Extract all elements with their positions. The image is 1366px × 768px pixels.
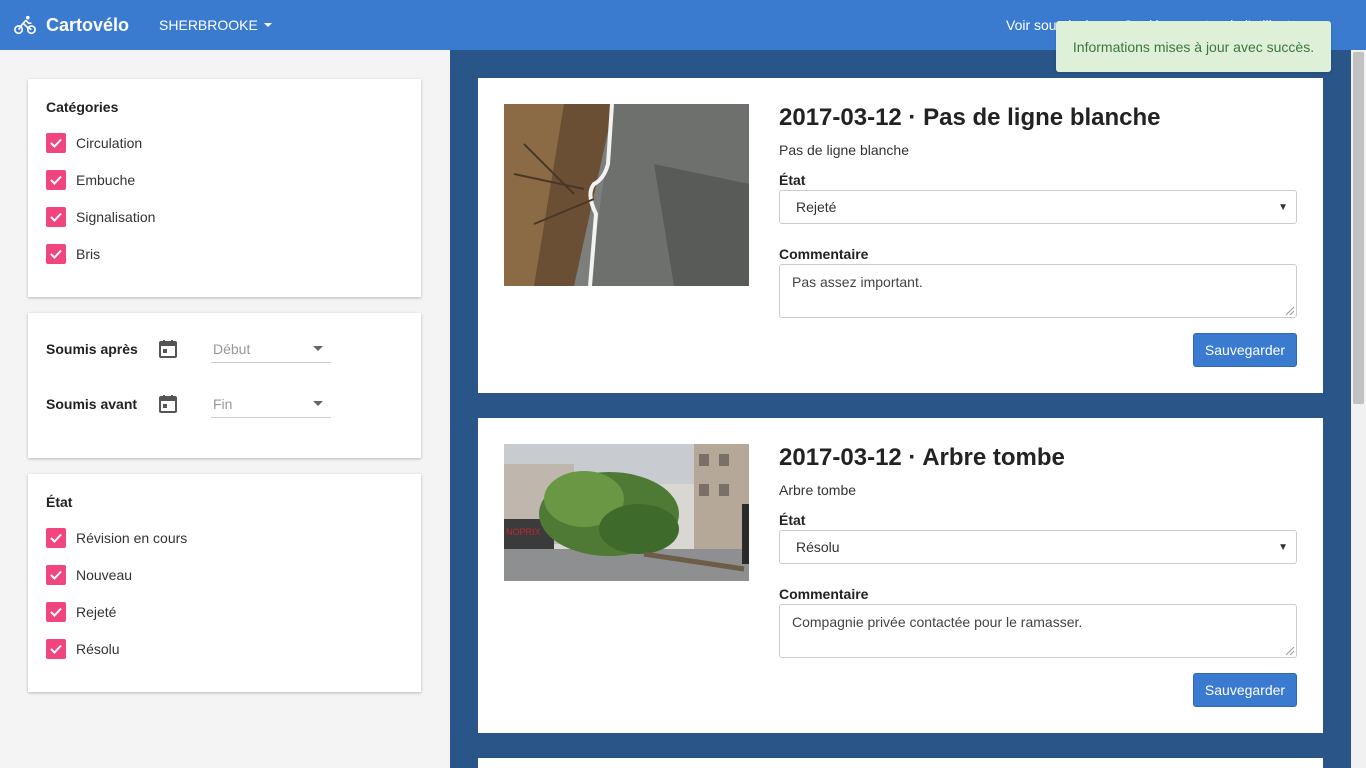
state-select[interactable]: Rejeté ▼	[779, 190, 1297, 224]
checkbox-checked-icon[interactable]	[46, 528, 66, 548]
scrollbar-thumb[interactable]	[1353, 52, 1364, 404]
resize-grip-icon[interactable]	[1286, 647, 1294, 655]
categories-title: Catégories	[46, 99, 119, 115]
checkbox-checked-icon[interactable]	[46, 565, 66, 585]
checkbox-checked-icon[interactable]	[46, 244, 66, 264]
reports-list: 2017-03-12 · Pas de ligne blanche Pas de…	[450, 50, 1351, 768]
report-title: 2017-03-12 · Arbre tombe	[779, 444, 1065, 471]
category-signalisation[interactable]: Signalisation	[46, 207, 155, 227]
report-photo: NOPRIX	[504, 444, 749, 581]
calendar-icon[interactable]	[158, 339, 178, 359]
checkbox-checked-icon[interactable]	[46, 639, 66, 659]
checkbox-label: Circulation	[76, 135, 143, 151]
svg-text:NOPRIX: NOPRIX	[506, 527, 541, 537]
checkbox-checked-icon[interactable]	[46, 133, 66, 153]
filter-sidebar: Catégories Circulation Embuche Signalisa…	[0, 50, 450, 768]
state-label: État	[779, 512, 806, 528]
brand-name: Cartovélo	[46, 14, 130, 35]
checkbox-label: Embuche	[76, 172, 136, 188]
checkbox-checked-icon[interactable]	[46, 207, 66, 227]
submitted-before-label: Soumis avant	[46, 396, 138, 412]
state-select-value: Résolu	[796, 539, 840, 555]
comment-label: Commentaire	[779, 586, 869, 602]
city-label: SHERBROOKE	[159, 17, 258, 33]
scrollbar[interactable]	[1351, 50, 1366, 768]
report-description: Arbre tombe	[779, 482, 857, 498]
state-select-value: Rejeté	[796, 199, 837, 215]
state-label: État	[779, 172, 806, 188]
caret-down-icon: ▼	[1278, 541, 1288, 553]
state-select[interactable]: Résolu ▼	[779, 530, 1297, 564]
checkbox-label: Rejeté	[76, 604, 117, 620]
checkbox-label: Révision en cours	[76, 530, 188, 546]
start-date-select[interactable]: Début	[211, 335, 331, 363]
checkbox-label: Signalisation	[76, 209, 156, 225]
category-bris[interactable]: Bris	[46, 244, 100, 264]
caret-down-icon	[313, 401, 323, 406]
end-date-select[interactable]: Fin	[211, 390, 331, 418]
state-panel: État Révision en cours Nouveau Rejeté Ré…	[28, 474, 421, 692]
state-rejete[interactable]: Rejeté	[46, 602, 116, 622]
report-photo	[504, 104, 749, 286]
checkbox-label: Nouveau	[76, 567, 133, 583]
calendar-icon[interactable]	[158, 394, 178, 414]
category-embuche[interactable]: Embuche	[46, 170, 135, 190]
save-button[interactable]: Sauvegarder	[1193, 673, 1297, 707]
report-title: 2017-03-12 · Pas de ligne blanche	[779, 104, 1161, 131]
caret-down-icon	[263, 23, 272, 27]
report-card	[478, 758, 1323, 768]
checkbox-checked-icon[interactable]	[46, 602, 66, 622]
category-circulation[interactable]: Circulation	[46, 133, 142, 153]
success-toast: Informations mises à jour avec succès.	[1056, 21, 1331, 72]
submitted-after-row: Soumis après Début	[46, 333, 331, 365]
report-description: Pas de ligne blanche	[779, 142, 909, 158]
end-date-placeholder: Fin	[213, 395, 233, 412]
state-nouveau[interactable]: Nouveau	[46, 565, 132, 585]
submitted-after-label: Soumis après	[46, 341, 138, 357]
bicycle-icon	[14, 15, 36, 35]
checkbox-label: Bris	[76, 246, 101, 262]
save-button[interactable]: Sauvegarder	[1193, 333, 1297, 367]
resize-grip-icon[interactable]	[1286, 307, 1294, 315]
checkbox-label: Résolu	[76, 641, 120, 657]
checkbox-checked-icon[interactable]	[46, 170, 66, 190]
report-card: 2017-03-12 · Pas de ligne blanche Pas de…	[478, 78, 1323, 393]
comment-textarea[interactable]: Compagnie privée contactée pour le ramas…	[779, 604, 1297, 658]
dates-panel: Soumis après Début Soumis avant Fin	[28, 313, 421, 458]
toast-message: Informations mises à jour avec succès.	[1072, 38, 1315, 55]
caret-down-icon: ▼	[1278, 201, 1288, 213]
categories-panel: Catégories Circulation Embuche Signalisa…	[28, 79, 421, 297]
comment-textarea[interactable]: Pas assez important.	[779, 264, 1297, 318]
state-resolu[interactable]: Résolu	[46, 639, 120, 659]
start-date-placeholder: Début	[213, 340, 251, 357]
comment-text: Pas assez important.	[792, 274, 923, 290]
state-revision[interactable]: Révision en cours	[46, 528, 187, 548]
caret-down-icon	[313, 346, 323, 351]
report-card: NOPRIX 2017-03-12 · Arbre tombe Arbre to…	[478, 418, 1323, 733]
comment-label: Commentaire	[779, 246, 869, 262]
city-dropdown[interactable]: SHERBROOKE	[159, 17, 272, 33]
brand[interactable]: Cartovélo	[14, 14, 129, 36]
submitted-before-row: Soumis avant Fin	[46, 388, 331, 420]
state-title: État	[46, 494, 73, 510]
comment-text: Compagnie privée contactée pour le ramas…	[792, 614, 1083, 630]
